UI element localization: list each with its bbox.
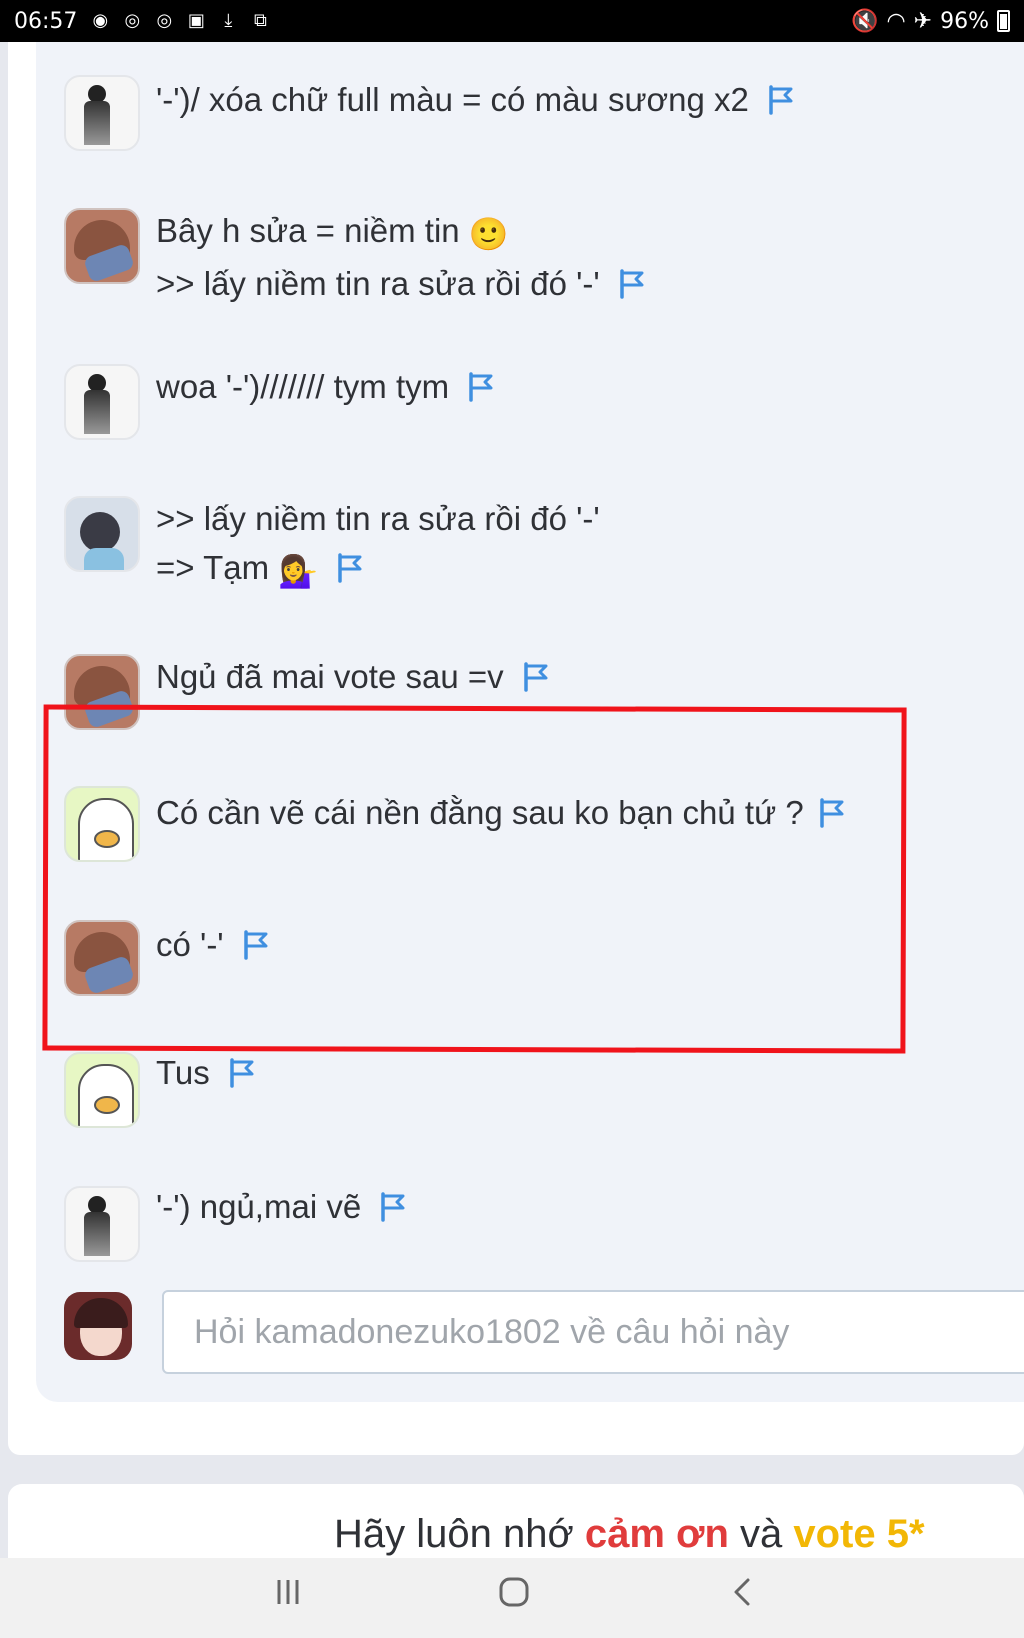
current-user-avatar (64, 1292, 132, 1360)
translate-icon: ⧉ (253, 10, 267, 31)
comment: Bây h sửa = niềm tin 🙂 >> lấy niềm tin r… (64, 208, 646, 308)
vote-highlight: vote 5* (793, 1512, 925, 1556)
highlight-box (42, 704, 907, 1054)
comment-line: Tus (156, 1054, 210, 1091)
comment-line: '-') ngủ,mai vẽ (156, 1188, 362, 1225)
report-flag-icon[interactable] (467, 366, 495, 402)
status-right: 🔇 ◠ ✈ 96% (851, 9, 1010, 34)
back-icon[interactable] (712, 1572, 772, 1622)
avatar[interactable] (64, 208, 140, 284)
chrome-icon: ◎ (156, 10, 173, 31)
avatar[interactable] (64, 496, 140, 572)
avatar[interactable] (64, 75, 140, 151)
recent-apps-icon[interactable] (258, 1572, 318, 1622)
status-bar: 06:57 ◉ ◎ ◎ ▣ ⤓ ⧉ 🔇 ◠ ✈ 96% (0, 0, 1024, 42)
comment-line: Bây h sửa = niềm tin (156, 212, 460, 249)
comment: Tus (64, 1052, 256, 1128)
report-flag-icon[interactable] (522, 656, 550, 692)
thanks-text: và (728, 1512, 794, 1556)
ask-input[interactable]: Hỏi kamadonezuko1802 về câu hỏi này (162, 1290, 1024, 1374)
comment-text: Bây h sửa = niềm tin 🙂 >> lấy niềm tin r… (156, 206, 646, 308)
comment-text: >> lấy niềm tin ra sửa rồi đó '-' => Tạm… (156, 494, 600, 596)
comment: >> lấy niềm tin ra sửa rồi đó '-' => Tạm… (64, 496, 600, 596)
comment: woa '-')/////// tym tym (64, 364, 495, 440)
wifi-icon: ◠ (886, 8, 906, 34)
person-tipping-hand-emoji-icon: 💁‍♀️ (278, 553, 319, 589)
comment-text: woa '-')/////// tym tym (156, 362, 495, 411)
comment-line: => Tạm (156, 549, 270, 586)
airplane-icon: ✈ (913, 8, 933, 34)
comment-text: Ngủ đã mai vote sau =v (156, 652, 550, 701)
comment-line: Ngủ đã mai vote sau =v (156, 658, 504, 695)
report-flag-icon[interactable] (228, 1052, 256, 1088)
navigation-bar (0, 1558, 1024, 1638)
battery-icon (997, 10, 1010, 32)
ask-placeholder: Hỏi kamadonezuko1802 về câu hỏi này (194, 1312, 790, 1351)
avatar[interactable] (64, 364, 140, 440)
chrome-icon: ◎ (124, 10, 141, 31)
download-done-icon: ⤓ (224, 10, 233, 31)
comment-line: woa '-')/////// tym tym (156, 368, 450, 405)
report-flag-icon[interactable] (336, 547, 364, 583)
avatar[interactable] (64, 1186, 140, 1262)
report-flag-icon[interactable] (379, 1186, 407, 1222)
comment: '-')/ xóa chữ full màu = có màu sương x2 (64, 75, 795, 151)
comment-text: Tus (156, 1048, 256, 1097)
status-time: 06:57 (14, 8, 78, 34)
home-icon[interactable] (484, 1572, 544, 1622)
comment-text: '-') ngủ,mai vẽ (156, 1182, 407, 1231)
messenger-icon: ◉ (92, 10, 109, 31)
notification-icons: ◉ ◎ ◎ ▣ ⤓ ⧉ (89, 10, 271, 32)
avatar[interactable] (64, 1052, 140, 1128)
screenshot-icon: ▣ (187, 10, 205, 31)
comment-line: >> lấy niềm tin ra sửa rồi đó '-' (156, 500, 600, 537)
comment-text: '-')/ xóa chữ full màu = có màu sương x2 (156, 75, 795, 124)
battery-percent: 96% (940, 8, 989, 34)
thanks-message: Hãy luôn nhớ cảm ơn và vote 5* (334, 1512, 925, 1557)
thanks-text: Hãy luôn nhớ (334, 1512, 585, 1556)
smile-emoji-icon: 🙂 (468, 216, 509, 252)
report-flag-icon[interactable] (767, 79, 795, 115)
thanks-highlight: cảm ơn (584, 1512, 729, 1556)
comment-line: >> lấy niềm tin ra sửa rồi đó '-' (156, 265, 600, 302)
mute-icon: 🔇 (851, 8, 879, 34)
comment: '-') ngủ,mai vẽ (64, 1186, 407, 1262)
comment-line: '-')/ xóa chữ full màu = có màu sương x2 (156, 81, 749, 118)
report-flag-icon[interactable] (618, 263, 646, 299)
